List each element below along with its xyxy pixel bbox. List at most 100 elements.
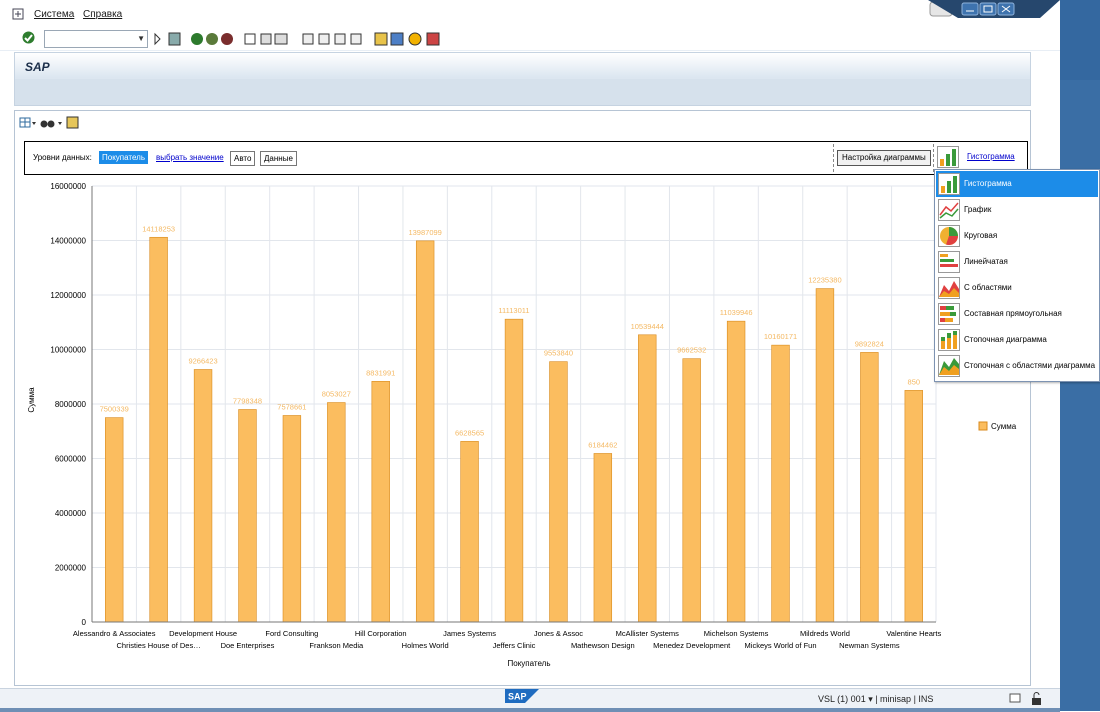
select-value-link[interactable]: выбрать значение xyxy=(153,151,227,164)
menu-help[interactable]: Справка xyxy=(83,9,122,20)
x-tick-label: Michelson Systems xyxy=(704,629,769,638)
data-button[interactable]: Данные xyxy=(260,151,297,166)
bar-value-label: 7500339 xyxy=(100,405,129,414)
x-tick-label: Mildreds World xyxy=(800,629,850,638)
bar[interactable] xyxy=(682,358,701,623)
command-field[interactable]: ▼ xyxy=(44,30,148,48)
bar-chart: 7500339 14118253 9266423 7798348 7578661 8053… xyxy=(27,182,1017,668)
svg-text:SAP: SAP xyxy=(508,692,527,702)
chart-toolbar xyxy=(18,114,98,132)
x-tick-label: Frankson Media xyxy=(309,641,364,650)
bar-value-label: 8053027 xyxy=(322,390,351,399)
chart-type-option[interactable]: С областями xyxy=(936,275,1098,301)
bar[interactable] xyxy=(504,318,524,623)
bar-value-label: 9266423 xyxy=(188,356,217,365)
status-bar: SAP VSL (1) 001 ▾ | minisap | INS xyxy=(0,688,1060,712)
bar[interactable] xyxy=(726,320,746,623)
bar[interactable] xyxy=(238,409,257,623)
stacked-horizontal-bar-icon xyxy=(938,303,960,325)
chart-type-option[interactable]: Стопочная с областями диаграмма xyxy=(936,353,1098,379)
standard-toolbar: ▼ xyxy=(0,28,1060,51)
auto-button[interactable]: Авто xyxy=(230,151,256,166)
chart-type-option[interactable]: Круговая xyxy=(936,223,1098,249)
bar[interactable] xyxy=(593,453,613,623)
bar[interactable] xyxy=(860,352,879,623)
lock-icon[interactable] xyxy=(1008,692,1048,706)
bar[interactable] xyxy=(193,369,213,623)
bar[interactable] xyxy=(815,288,835,623)
enter-checkmark-icon[interactable] xyxy=(22,31,35,44)
y-tick-label: 10000000 xyxy=(50,346,86,355)
x-tick-label: McAllister Systems xyxy=(616,629,680,638)
bar[interactable] xyxy=(149,236,168,623)
bar-chart-icon[interactable] xyxy=(937,146,959,168)
legend-swatch xyxy=(978,421,988,431)
level-customer-chip[interactable]: Покупатель xyxy=(99,151,148,164)
chart-type-option[interactable]: Гистограмма xyxy=(936,171,1098,197)
toolbar-icons xyxy=(153,32,453,46)
chart-type-option-label: Линейчатая xyxy=(964,257,1008,266)
bar-value-label: 9892824 xyxy=(855,339,884,348)
bar-value-label: 9662532 xyxy=(677,346,706,355)
bar-value-label: 6184462 xyxy=(588,440,617,449)
x-axis-title: Покупатель xyxy=(508,659,551,668)
chevron-down-icon[interactable]: ▼ xyxy=(137,34,145,43)
x-tick-label: Menedez Development xyxy=(653,641,731,650)
chart-settings-button[interactable]: Настройка диаграммы xyxy=(837,150,931,166)
y-tick-label: 16000000 xyxy=(50,182,86,191)
x-tick-label: Hill Corporation xyxy=(355,629,407,638)
x-tick-label: Newman Systems xyxy=(839,641,900,650)
layout-icon[interactable] xyxy=(19,117,31,128)
legend-label: Сумма xyxy=(991,422,1017,431)
chart-type-option-label: Стопочная с областями диаграмма xyxy=(964,361,1096,370)
bar-value-label: 7798348 xyxy=(233,396,262,405)
separator xyxy=(833,144,834,172)
bar[interactable] xyxy=(771,344,790,623)
bar[interactable] xyxy=(549,361,568,623)
legend: Сумма xyxy=(978,421,1017,431)
system-info[interactable]: VSL (1) 001 ▾ | minisap | INS xyxy=(818,694,933,705)
y-axis-title: Сумма xyxy=(27,387,36,413)
x-tick-label: Holmes World xyxy=(402,641,449,650)
chart-type-dropdown: Гистограмма График Круговая Линейчатая С обл… xyxy=(934,169,1100,382)
y-tick-label: 12000000 xyxy=(50,291,86,300)
x-tick-label: Mathewson Design xyxy=(571,641,635,650)
chart-type-option[interactable]: Составная прямоугольная xyxy=(936,301,1098,327)
bar[interactable] xyxy=(105,417,124,623)
y-tick-label: 6000000 xyxy=(55,455,87,464)
bar[interactable] xyxy=(282,415,302,623)
data-levels-label: Уровни данных: xyxy=(33,153,92,162)
chart-type-option[interactable]: Стопочная диаграмма xyxy=(936,327,1098,353)
chart-type-option[interactable]: Линейчатая xyxy=(936,249,1098,275)
bar-value-label: 7578661 xyxy=(277,402,306,411)
x-tick-label: Valentine Hearts xyxy=(886,629,941,638)
window-controls xyxy=(928,0,1060,20)
bar-value-label: 850 xyxy=(908,377,921,386)
line-chart-icon xyxy=(938,199,960,221)
x-tick-label: Christies House of Des… xyxy=(117,641,201,650)
menu-bar: Система Справка xyxy=(0,0,1060,28)
bar[interactable] xyxy=(415,240,435,623)
stacked-column-chart-icon xyxy=(938,329,960,351)
x-tick-label: Alessandro & Associates xyxy=(73,629,156,638)
window-menu-icon[interactable] xyxy=(12,8,24,20)
chart-type-link[interactable]: Гистограмма xyxy=(967,152,1015,161)
bar-value-label: 9553840 xyxy=(544,349,573,358)
bar[interactable] xyxy=(460,441,479,623)
page-title: SAP xyxy=(25,60,50,74)
export-icon[interactable] xyxy=(66,116,79,129)
x-tick-label: Mickeys World of Fun xyxy=(745,641,817,650)
bar[interactable] xyxy=(638,334,657,623)
menu-system[interactable]: Система xyxy=(34,9,74,20)
bar[interactable] xyxy=(327,402,346,623)
binoculars-icon[interactable] xyxy=(40,120,55,128)
chart-type-option[interactable]: График xyxy=(936,197,1098,223)
x-tick-label: Development House xyxy=(169,629,237,638)
bar[interactable] xyxy=(904,390,923,623)
bar-value-label: 6628565 xyxy=(455,428,484,437)
stacked-area-chart-icon xyxy=(938,355,960,377)
chart-type-option-label: График xyxy=(964,205,992,214)
x-tick-label: Jeffers Clinic xyxy=(493,641,536,650)
bar[interactable] xyxy=(371,381,390,623)
separator xyxy=(933,144,934,172)
